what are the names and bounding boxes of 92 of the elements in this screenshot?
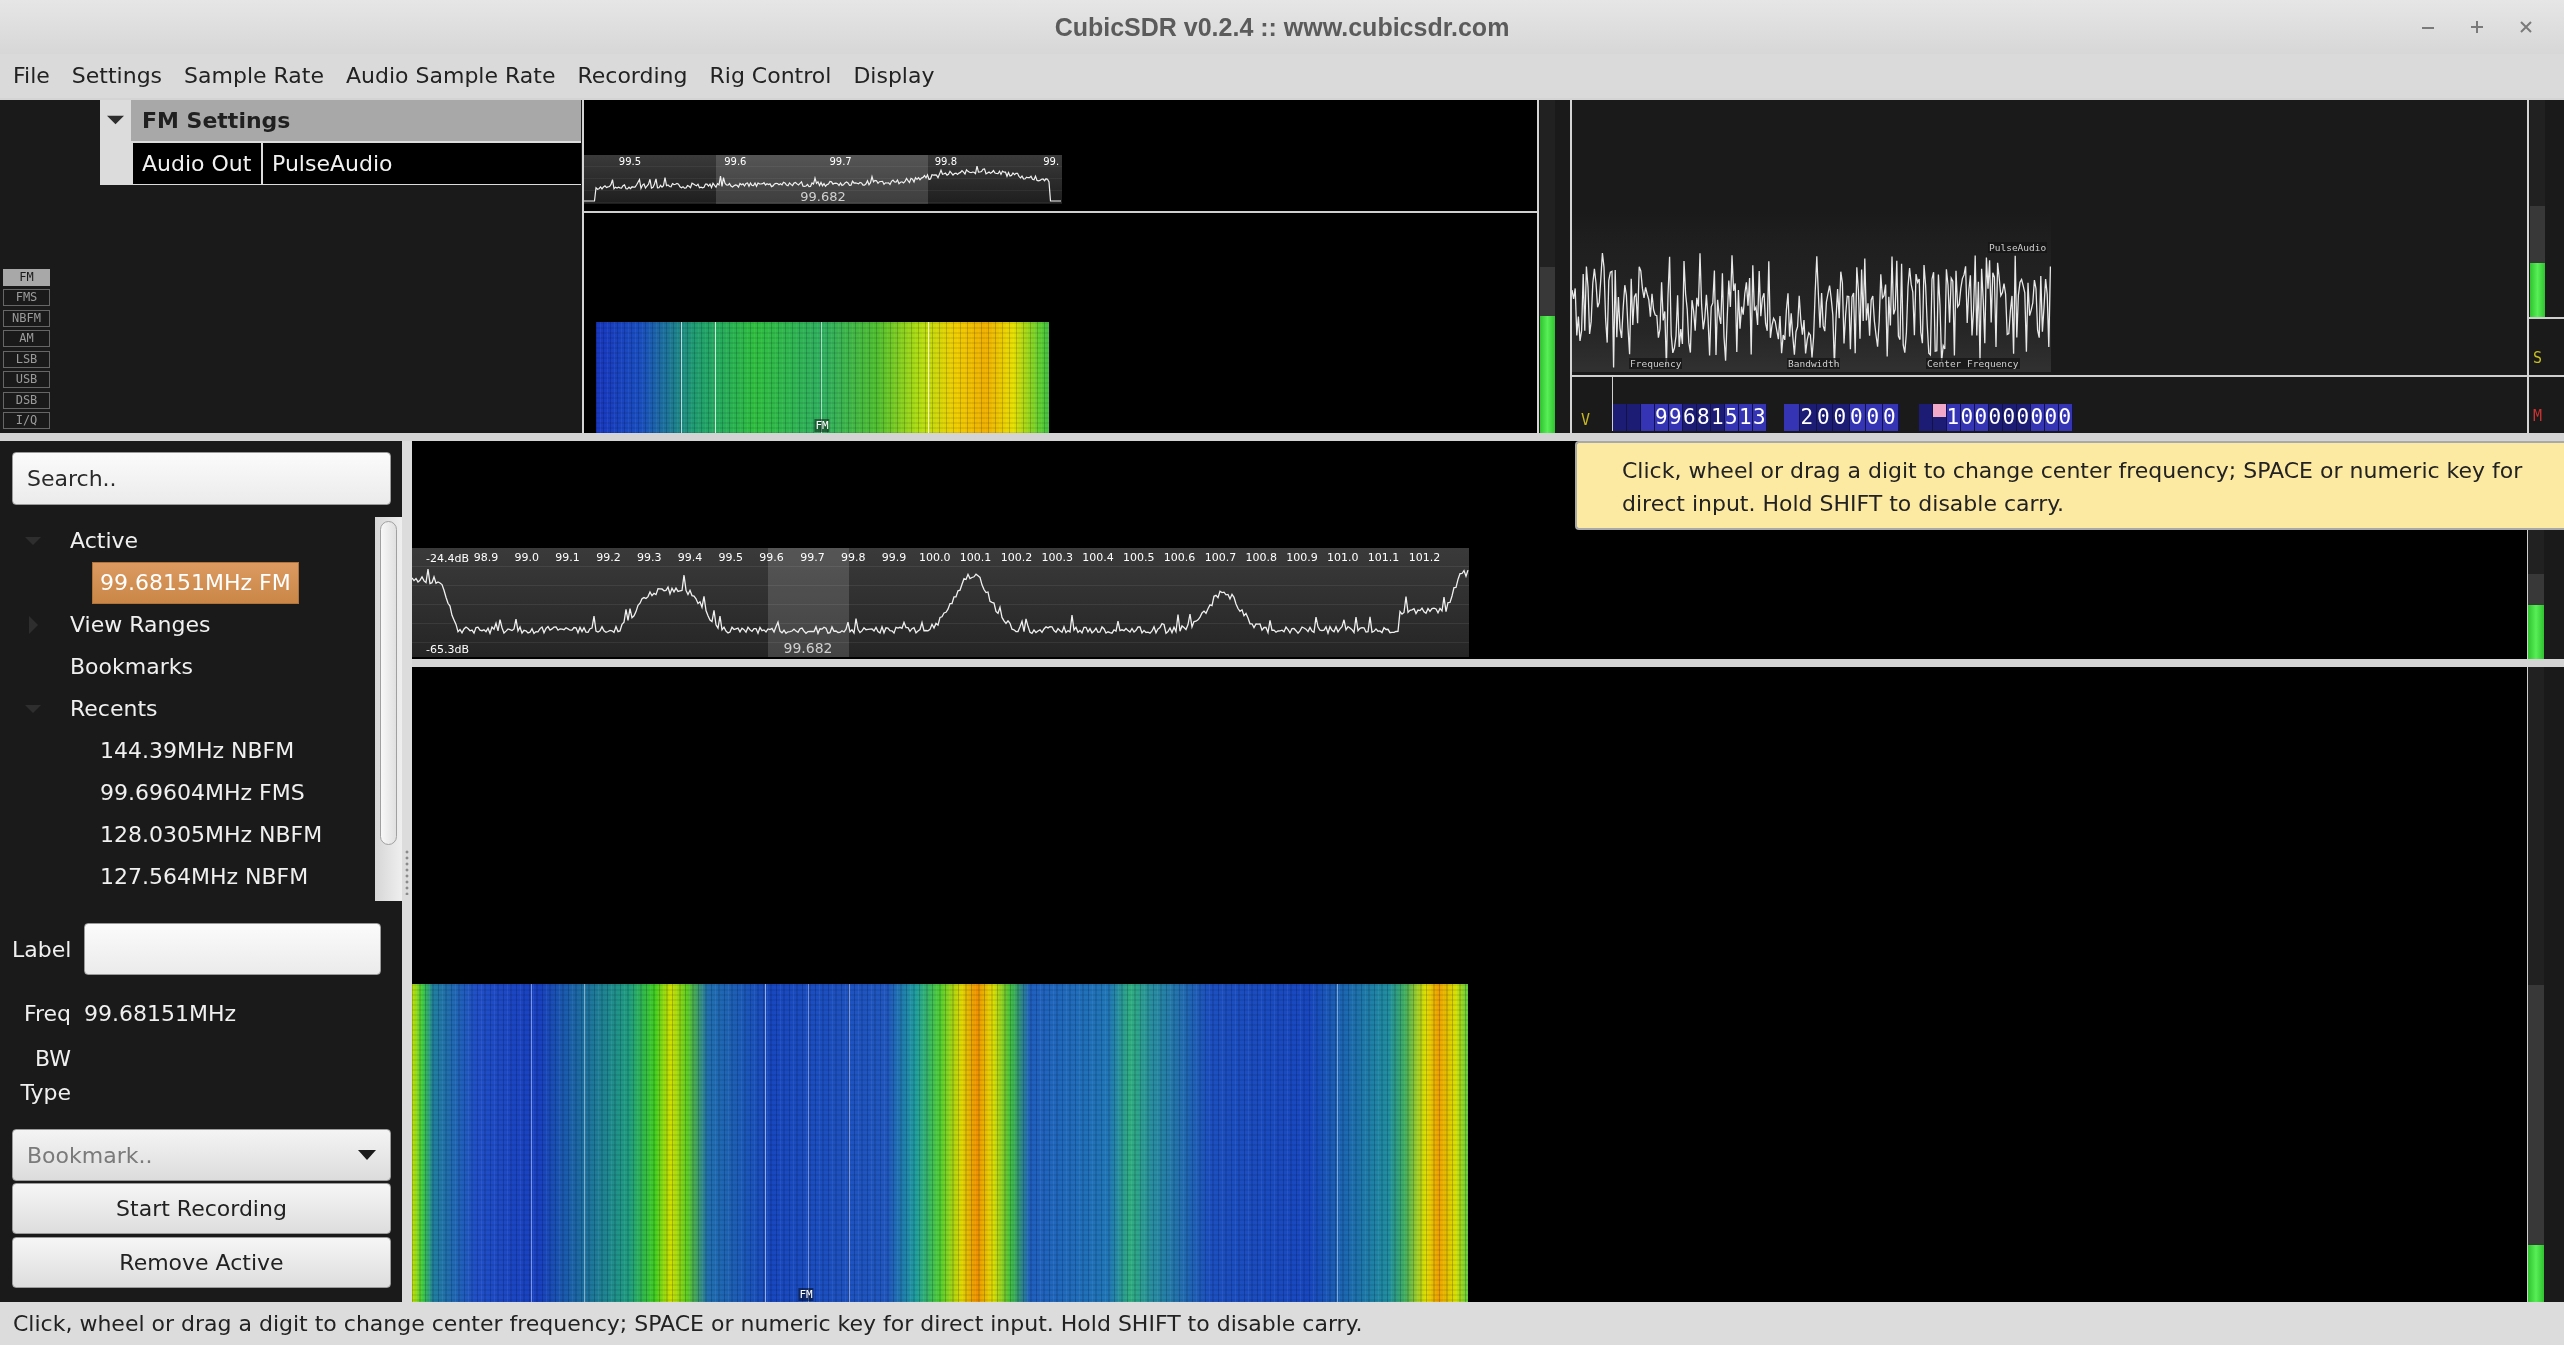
waterfall-mode-label: FM <box>798 1288 814 1301</box>
level-meter[interactable] <box>1540 100 1555 433</box>
field-value: 99.68151MHz <box>84 1000 237 1026</box>
frequency-tick-label: 99.4 <box>677 552 703 564</box>
tree-item[interactable]: View Ranges <box>62 604 219 646</box>
menu-item[interactable]: File <box>2 61 61 91</box>
waterfall-mode-label: FM <box>814 419 830 432</box>
frequency-tick-label: 100.7 <box>1204 552 1237 564</box>
mode-button[interactable]: AM <box>3 330 50 347</box>
db-scale-label: -65.3dB <box>426 643 469 656</box>
menu-item[interactable]: Settings <box>60 61 174 91</box>
frequency-tick-label: 100.5 <box>1123 552 1155 564</box>
field-label: BW <box>33 1045 71 1071</box>
db-scale-label: -24.4dB <box>426 552 469 565</box>
level-meter[interactable] <box>2530 100 2545 317</box>
property-value-cell[interactable]: PulseAudio <box>263 143 581 184</box>
frequency-tick-label: 101.2 <box>1408 552 1441 564</box>
frequency-digit-display[interactable]: 99681513 <box>1613 404 1767 431</box>
frequency-tick-label: 100.3 <box>1041 552 1073 564</box>
frequency-digit-display[interactable]: 200000 <box>1784 404 1900 431</box>
scope-device-label: PulseAudio <box>1988 242 2048 253</box>
frequency-digit-display[interactable]: 100000000 <box>1918 404 2073 431</box>
caret-down-icon <box>358 1150 376 1160</box>
grip-icon[interactable] <box>405 848 409 895</box>
mode-button[interactable]: USB <box>3 371 50 388</box>
tree-item[interactable]: 127.564MHz NBFM <box>92 856 317 898</box>
frequency-tick-label: 98.9 <box>473 552 499 564</box>
frequency-tick-label: 99.8 <box>840 552 866 564</box>
level-meter[interactable] <box>2528 667 2544 1302</box>
frequency-tick-label: 100.0 <box>919 552 951 564</box>
frequency-tick-label: 100.9 <box>1286 552 1318 564</box>
frequency-tick-label: 99.5 <box>718 552 744 564</box>
scrollbar-thumb[interactable] <box>380 521 397 845</box>
search-field[interactable]: Search.. <box>12 452 391 505</box>
frequency-tick-label: 99.2 <box>596 552 621 564</box>
frequency-tick-label: 99.6 <box>759 552 784 564</box>
close-icon[interactable] <box>2518 19 2534 35</box>
frequency-tick-label: 99. <box>1043 156 1060 168</box>
center-frequency-label: 99.682 <box>783 641 833 656</box>
frequency-tick-label: 99.8 <box>934 156 957 168</box>
tree-item[interactable]: 128.0305MHz NBFM <box>92 814 331 856</box>
menu-item[interactable]: Display <box>842 61 946 91</box>
tree-item[interactable]: Bookmarks <box>62 646 201 688</box>
mode-button[interactable]: FM <box>3 268 50 286</box>
caret-down-icon[interactable] <box>107 115 124 125</box>
frequency-tick-label: 100.8 <box>1245 552 1277 564</box>
menu-item[interactable]: Recording <box>566 61 699 91</box>
scope-caption: Center Frequency <box>1926 358 2020 369</box>
mode-button[interactable]: DSB <box>3 391 50 409</box>
tree-item[interactable]: Recents <box>62 688 166 730</box>
maximize-icon[interactable] <box>2469 19 2485 35</box>
scope-caption: Bandwidth <box>1787 358 1841 369</box>
property-name-cell: Audio Out <box>133 143 261 184</box>
frequency-tick-label: 101.1 <box>1367 552 1400 564</box>
mode-button[interactable]: I/Q <box>3 412 50 429</box>
tree-item[interactable]: 144.39MHz NBFM <box>92 730 303 772</box>
frequency-tick-label: 100.6 <box>1163 552 1196 564</box>
menu-item[interactable]: Audio Sample Rate <box>335 61 567 91</box>
frequency-tick-label: 99.7 <box>829 156 852 168</box>
frequency-tick-label: 99.7 <box>800 552 825 564</box>
scope-caption: Frequency <box>1629 358 1683 369</box>
settings-title: FM Settings <box>142 108 291 133</box>
toggle-label[interactable]: V <box>1581 411 1591 429</box>
action-button[interactable]: Start Recording <box>12 1183 391 1234</box>
frequency-tick-label: 100.1 <box>959 552 992 564</box>
action-button[interactable]: Remove Active <box>12 1237 391 1288</box>
scrollbar[interactable] <box>375 517 402 901</box>
tree-item[interactable]: Active <box>62 520 147 562</box>
frequency-tick-label: 99.0 <box>514 552 540 564</box>
menu-item[interactable]: Rig Control <box>698 61 843 91</box>
frequency-tick-label: 100.2 <box>1000 552 1033 564</box>
mode-button[interactable]: LSB <box>3 350 50 368</box>
field-label: Freq <box>22 1000 71 1026</box>
field-label: Type <box>19 1079 71 1105</box>
toggle-label[interactable]: S <box>2533 349 2543 367</box>
frequency-tick-label: 100.4 <box>1082 552 1114 564</box>
frequency-tick-label: 99.1 <box>555 552 580 564</box>
menu-item[interactable]: Sample Rate <box>173 61 335 91</box>
label-field[interactable] <box>84 923 381 975</box>
frequency-tick-label: 99.9 <box>881 552 907 564</box>
mode-button[interactable]: NBFM <box>3 309 50 327</box>
frequency-tick-label: 99.3 <box>636 552 662 564</box>
frequency-tick-label: 99.6 <box>724 156 747 168</box>
frequency-tick-label: 101.0 <box>1327 552 1359 564</box>
field-label: Label <box>12 936 71 962</box>
center-frequency-label: 99.682 <box>800 189 846 204</box>
status-text: Click, wheel or drag a digit to change center frequency; SPACE or numeric key for direct input. Hold SHIFT to disable carry. <box>13 1311 1363 1336</box>
frequency-tick-label: 99.5 <box>618 156 642 168</box>
tree-item[interactable]: 99.69604MHz FMS <box>92 772 313 814</box>
tooltip: Click, wheel or drag a digit to change center frequency; SPACE or numeric key for direct input. Hold SHIFT to disable carry. <box>1575 441 2564 530</box>
mode-button[interactable]: FMS <box>3 289 50 306</box>
window-title: CubicSDR v0.2.4 :: www.cubicsdr.com <box>1054 12 1510 42</box>
